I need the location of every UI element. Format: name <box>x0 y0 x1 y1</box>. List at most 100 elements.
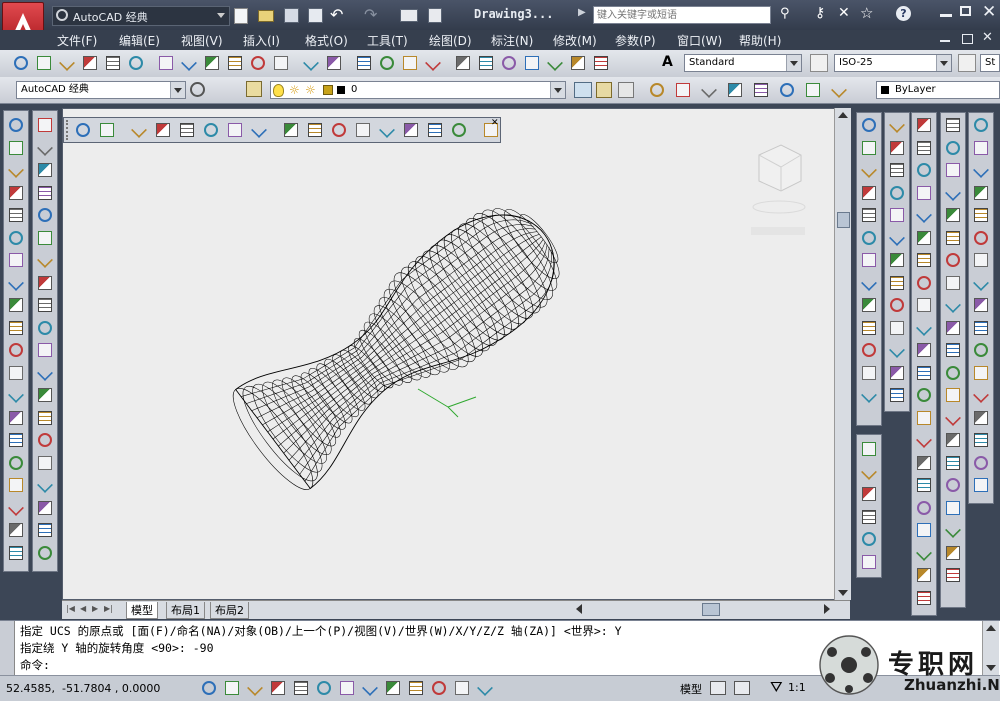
layer-select[interactable]: ☼ ☼ 0 <box>270 81 566 99</box>
view-tool-1-icon[interactable] <box>862 118 876 132</box>
snap-quadrant-icon[interactable] <box>284 123 298 137</box>
properties-icon[interactable] <box>456 56 470 70</box>
zoom-out-icon[interactable] <box>806 83 820 97</box>
save-icon[interactable] <box>59 55 75 71</box>
osnap-tool-6-icon[interactable] <box>974 230 988 245</box>
object-snap-icon[interactable] <box>317 681 331 695</box>
snap-mode-icon[interactable] <box>225 681 239 695</box>
snap-nearest-icon[interactable] <box>428 123 442 137</box>
publish-icon[interactable] <box>428 8 442 23</box>
dimension-tool-18-icon[interactable] <box>946 500 960 515</box>
redo-icon[interactable] <box>327 56 341 70</box>
block-editor-icon[interactable] <box>274 56 288 70</box>
tab-nav-prev-icon[interactable]: ◀ <box>80 604 86 613</box>
inquiry-tool-3-icon[interactable] <box>862 487 876 501</box>
align-icon[interactable] <box>38 500 52 515</box>
snap-tangent-icon[interactable] <box>308 123 322 137</box>
ellipse-icon[interactable] <box>9 320 23 335</box>
annotation-scale-icon[interactable]: ⛛ <box>770 678 783 696</box>
solid-edit-tool-2-icon[interactable] <box>917 140 931 155</box>
modeling-tool-5-icon[interactable] <box>890 208 904 222</box>
floating-toolbar-close-icon[interactable]: ✕ <box>491 118 499 128</box>
solid-edit-tool-13-icon[interactable] <box>917 388 931 402</box>
osnap-tool-10-icon[interactable] <box>974 320 988 335</box>
dimension-tool-6-icon[interactable] <box>946 230 960 245</box>
scale-icon[interactable] <box>38 275 52 290</box>
view-tool-2-icon[interactable] <box>862 140 876 155</box>
modeling-tool-10-icon[interactable] <box>890 320 904 335</box>
hscroll-left-arrow-icon[interactable] <box>576 604 582 614</box>
solid-edit-tool-21-icon[interactable] <box>917 568 931 582</box>
array-icon[interactable] <box>38 208 52 222</box>
scroll-down-arrow-icon[interactable] <box>838 590 848 596</box>
zoom-window-icon[interactable] <box>403 56 417 70</box>
vertical-scrollbar[interactable] <box>834 108 851 600</box>
zoom-window-icon[interactable] <box>676 83 690 97</box>
table-style-select[interactable]: St <box>980 54 1000 72</box>
arc-icon[interactable] <box>9 230 23 245</box>
modeling-tool-4-icon[interactable] <box>890 185 904 200</box>
modeling-tool-7-icon[interactable] <box>890 253 904 267</box>
solid-edit-tool-18-icon[interactable] <box>917 500 931 515</box>
dimension-tool-1-icon[interactable] <box>946 118 960 132</box>
menu-insert[interactable]: 插入(I) <box>243 32 280 49</box>
match-properties-icon[interactable] <box>251 56 265 70</box>
save-icon[interactable] <box>284 8 299 23</box>
plot-icon[interactable] <box>400 9 418 22</box>
mirror-icon[interactable] <box>38 163 52 177</box>
osnap-tool-4-icon[interactable] <box>974 185 988 200</box>
quick-properties-icon[interactable] <box>455 681 469 695</box>
snap-insert-icon[interactable] <box>379 122 395 138</box>
inquiry-tool-1-icon[interactable] <box>862 442 876 456</box>
osnap-tool-16-icon[interactable] <box>974 455 988 470</box>
plot-icon[interactable] <box>83 56 97 70</box>
zoom-extents-icon[interactable] <box>728 83 742 97</box>
scroll-up-arrow-icon[interactable] <box>838 112 848 118</box>
snap-perpendicular-icon[interactable] <box>332 123 346 137</box>
pan-icon[interactable] <box>754 83 768 97</box>
trim-icon[interactable] <box>38 320 52 335</box>
model-space-label[interactable]: 模型 <box>680 681 702 697</box>
dimension-tool-7-icon[interactable] <box>946 253 960 267</box>
dimension-tool-5-icon[interactable] <box>946 208 960 222</box>
plot-preview-icon[interactable] <box>106 56 120 70</box>
line-icon[interactable] <box>9 118 23 132</box>
modeling-tool-12-icon[interactable] <box>890 365 904 380</box>
snap-intersection-icon[interactable] <box>180 123 194 137</box>
drawing-canvas[interactable]: ✕ <box>62 108 837 600</box>
osnap-tool-15-icon[interactable] <box>974 433 988 447</box>
osnap-tool-5-icon[interactable] <box>974 208 988 222</box>
add-selected-icon[interactable] <box>9 545 23 560</box>
cut-icon[interactable] <box>181 55 197 71</box>
help-icon[interactable]: ? <box>896 6 911 21</box>
markup-icon[interactable] <box>547 55 563 71</box>
dimension-tool-11-icon[interactable] <box>946 343 960 357</box>
menu-dimension[interactable]: 标注(N) <box>491 32 533 49</box>
menu-file[interactable]: 文件(F) <box>57 32 97 49</box>
open-icon[interactable] <box>37 56 51 70</box>
multiline-text-icon[interactable] <box>9 523 23 537</box>
menu-draw[interactable]: 绘图(D) <box>429 32 472 49</box>
zoom-previous-icon[interactable] <box>425 55 441 71</box>
dynamic-input-icon[interactable] <box>409 681 423 695</box>
solid-edit-tool-7-icon[interactable] <box>917 253 931 267</box>
make-current-layer-icon[interactable] <box>574 82 592 98</box>
region-icon[interactable] <box>9 478 23 492</box>
show-lineweight-icon[interactable] <box>432 681 446 695</box>
title-expand-icon[interactable]: ▶ <box>578 7 586 18</box>
quick-view-drawings-icon[interactable] <box>734 681 750 695</box>
doc-close-icon[interactable]: ✕ <box>982 30 993 45</box>
inquiry-tool-4-icon[interactable] <box>862 509 876 524</box>
osnap-tool-9-icon[interactable] <box>974 298 988 312</box>
key-icon[interactable]: ⚷ <box>815 5 825 21</box>
copy-icon[interactable] <box>205 56 219 70</box>
grid-display-icon[interactable] <box>247 680 263 696</box>
circle-icon[interactable] <box>9 253 23 267</box>
workspace-switch[interactable]: AutoCAD 经典 <box>52 6 230 26</box>
publish-icon[interactable] <box>129 56 143 70</box>
tab-layout1[interactable]: 布局1 <box>166 602 205 619</box>
inquiry-tool-5-icon[interactable] <box>862 532 876 546</box>
zoom-realtime-icon[interactable] <box>650 83 664 97</box>
tab-layout2[interactable]: 布局2 <box>210 602 249 619</box>
doc-restore-icon[interactable] <box>962 34 973 44</box>
